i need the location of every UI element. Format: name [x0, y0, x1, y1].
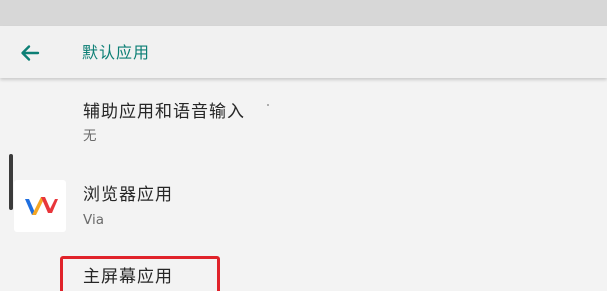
item-title: 辅助应用和语音输入	[83, 102, 245, 122]
arrow-left-icon	[21, 45, 40, 61]
item-title: 浏览器应用	[83, 185, 173, 205]
list-item-browser-app[interactable]: 浏览器应用 Via	[0, 176, 607, 236]
item-subtitle: 无	[83, 128, 97, 144]
app-bar: 默认应用	[0, 26, 607, 78]
default-apps-screen: 默认应用 辅助应用和语音输入 无 浏览器应用 Via 主屏幕应用	[0, 0, 607, 291]
status-bar	[0, 0, 607, 26]
back-button[interactable]	[14, 38, 46, 68]
highlight-box	[60, 256, 220, 291]
item-subtitle: Via	[83, 212, 104, 228]
page-title: 默认应用	[82, 43, 151, 62]
via-browser-icon	[14, 180, 66, 232]
list-item-assist-voice-input[interactable]: 辅助应用和语音输入 无	[0, 96, 607, 152]
